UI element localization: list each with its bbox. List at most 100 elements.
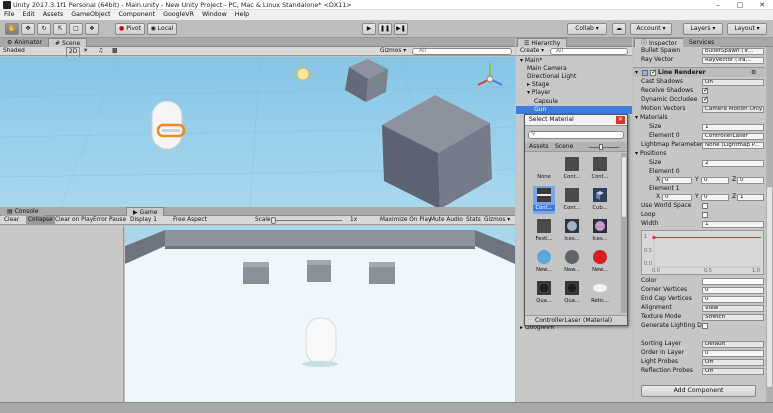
inspector-scrollbar[interactable] xyxy=(766,47,773,402)
tab-animator[interactable]: ⚙ Animator xyxy=(1,38,48,47)
material-item[interactable]: Qua... xyxy=(533,279,555,307)
tab-game[interactable]: ▶ Game xyxy=(126,207,165,216)
tab-services[interactable]: Services xyxy=(683,38,721,47)
material-item[interactable]: Cub... xyxy=(589,186,611,214)
layers-dropdown[interactable]: Layers ▾ xyxy=(683,23,723,35)
material-item[interactable]: Cont... xyxy=(533,186,555,214)
scene-viewport[interactable] xyxy=(0,57,515,207)
local-toggle[interactable]: ◉ Local xyxy=(147,23,177,35)
add-component-button[interactable]: Add Component xyxy=(641,385,756,397)
reflection-probes-dropdown[interactable]: Off xyxy=(702,368,764,375)
material-item[interactable]: None xyxy=(533,155,555,183)
width-curve-editor[interactable]: 1 0.5 0.0 0.0 0.5 1.0 xyxy=(641,230,764,275)
step-button[interactable]: ▶❚ xyxy=(394,23,408,35)
element0-material-field[interactable]: ControllerLaser xyxy=(702,133,764,140)
pause-button[interactable]: ❚❚ xyxy=(378,23,392,35)
color-gradient-field[interactable] xyxy=(702,278,764,285)
positions-size-field[interactable]: 2 xyxy=(702,160,764,167)
shading-dropdown[interactable]: Shaded xyxy=(3,47,25,56)
material-scrollbar-thumb[interactable] xyxy=(622,157,626,217)
cloud-icon[interactable]: ☁ xyxy=(612,23,626,35)
close-button[interactable]: ✕ xyxy=(751,0,773,10)
hand-tool-icon[interactable]: ✋ xyxy=(5,23,19,35)
game-viewport[interactable] xyxy=(125,226,515,402)
material-item[interactable]: Qua... xyxy=(561,279,583,307)
cast-shadows-dropdown[interactable]: On xyxy=(702,79,764,86)
rect-tool-icon[interactable]: □ xyxy=(69,23,83,35)
hierarchy-item[interactable]: Directional Light xyxy=(516,73,632,81)
mute-audio-button[interactable]: Mute Audio xyxy=(430,216,463,225)
clear-on-play-button[interactable]: Clear on Play xyxy=(55,216,93,225)
menu-file[interactable]: File xyxy=(0,10,19,20)
error-pause-button[interactable]: Error Pause xyxy=(93,216,126,225)
material-item[interactable]: Ices... xyxy=(589,217,611,245)
close-dialog-button[interactable]: ✕ xyxy=(616,116,625,124)
minimize-button[interactable]: – xyxy=(707,0,729,10)
scene-search-input[interactable]: All xyxy=(412,48,512,55)
receive-shadows-checkbox[interactable] xyxy=(702,86,709,94)
scale-slider-handle[interactable] xyxy=(271,217,276,224)
pos1-x-field[interactable]: 0 xyxy=(662,194,692,201)
menu-assets[interactable]: Assets xyxy=(39,10,68,20)
generate-lighting-checkbox[interactable] xyxy=(702,323,708,329)
menu-help[interactable]: Help xyxy=(231,10,253,20)
account-dropdown[interactable]: Account ▾ xyxy=(630,23,672,35)
clear-button[interactable]: Clear xyxy=(4,216,19,225)
hierarchy-item[interactable]: ▾ Player xyxy=(516,89,632,97)
hierarchy-item[interactable]: Capsule xyxy=(516,98,632,106)
hierarchy-item[interactable]: Gun xyxy=(516,105,632,114)
materials-foldout[interactable]: ▾ Materials xyxy=(635,114,667,122)
material-item[interactable]: Cont... xyxy=(561,186,583,214)
materials-size-field[interactable]: 1 xyxy=(702,124,764,131)
pos1-y-field[interactable]: 0 xyxy=(701,194,729,201)
aspect-dropdown[interactable]: Free Aspect xyxy=(173,216,207,225)
menu-googlevr[interactable]: GoogleVR xyxy=(159,10,198,20)
width-field[interactable]: 1 xyxy=(702,221,764,228)
audio-toggle-icon[interactable]: ♫ xyxy=(98,47,103,56)
gizmos-dropdown[interactable]: Gizmos ▾ xyxy=(380,47,406,56)
component-settings-icon[interactable]: ⚙ xyxy=(751,69,756,77)
tab-console[interactable]: ▤ Console xyxy=(1,207,45,216)
hierarchy-create-dropdown[interactable]: Create ▾ xyxy=(520,47,544,56)
alignment-dropdown[interactable]: View xyxy=(702,305,764,312)
sorting-layer-dropdown[interactable]: Default xyxy=(702,341,764,348)
material-item[interactable]: Ices... xyxy=(561,217,583,245)
hierarchy-search-input[interactable]: All xyxy=(550,48,628,55)
pos0-y-field[interactable]: 0 xyxy=(701,177,729,184)
tab-hierarchy[interactable]: ☰ Hierarchy xyxy=(517,38,568,47)
use-world-space-checkbox[interactable] xyxy=(702,203,708,209)
game-gizmos-dropdown[interactable]: Gizmos ▾ xyxy=(484,216,510,225)
texture-mode-dropdown[interactable]: Stretch xyxy=(702,314,764,321)
tab-inspector[interactable]: ⓘ Inspector xyxy=(634,38,684,47)
collapse-button[interactable]: Collapse xyxy=(26,216,55,225)
material-item[interactable]: Cont... xyxy=(589,155,611,183)
pos0-z-field[interactable]: 0 xyxy=(737,177,764,184)
material-scrollbar[interactable] xyxy=(621,153,627,313)
tab-scene-materials[interactable]: Scene xyxy=(555,143,573,151)
rotate-tool-icon[interactable]: ↻ xyxy=(37,23,51,35)
material-item[interactable]: Retic... xyxy=(589,279,611,307)
menu-gameobject[interactable]: GameObject xyxy=(67,10,114,20)
maximize-on-play-button[interactable]: Maximize On Play xyxy=(380,216,431,225)
pos0-x-field[interactable]: 0 xyxy=(662,177,692,184)
tab-scene[interactable]: # Scene xyxy=(48,38,88,47)
loop-checkbox[interactable] xyxy=(702,212,708,218)
menu-component[interactable]: Component xyxy=(115,10,160,20)
scale-slider-track[interactable] xyxy=(272,220,342,221)
effects-toggle-icon[interactable]: ▩ xyxy=(112,47,117,56)
material-item[interactable]: New... xyxy=(533,248,555,276)
lighting-toggle-icon[interactable]: ☀ xyxy=(83,47,88,56)
menu-window[interactable]: Window xyxy=(198,10,231,20)
order-in-layer-field[interactable]: 0 xyxy=(702,350,764,357)
scale-tool-icon[interactable]: ⇱ xyxy=(53,23,67,35)
layout-dropdown[interactable]: Layout ▾ xyxy=(727,23,767,35)
hierarchy-item[interactable]: ▸ Stage xyxy=(516,81,632,89)
preview-size-slider[interactable] xyxy=(589,147,619,148)
line-renderer-header[interactable]: ▾ Line Renderer ⚙ xyxy=(633,67,765,77)
pivot-toggle[interactable]: ● Pivot xyxy=(115,23,145,35)
material-item[interactable]: New... xyxy=(589,248,611,276)
light-probes-dropdown[interactable]: Off xyxy=(702,359,764,366)
transform-tool-icon[interactable]: ❖ xyxy=(85,23,99,35)
material-item[interactable]: Cont... xyxy=(561,155,583,183)
motion-vectors-dropdown[interactable]: Camera Motion Only xyxy=(702,106,764,113)
